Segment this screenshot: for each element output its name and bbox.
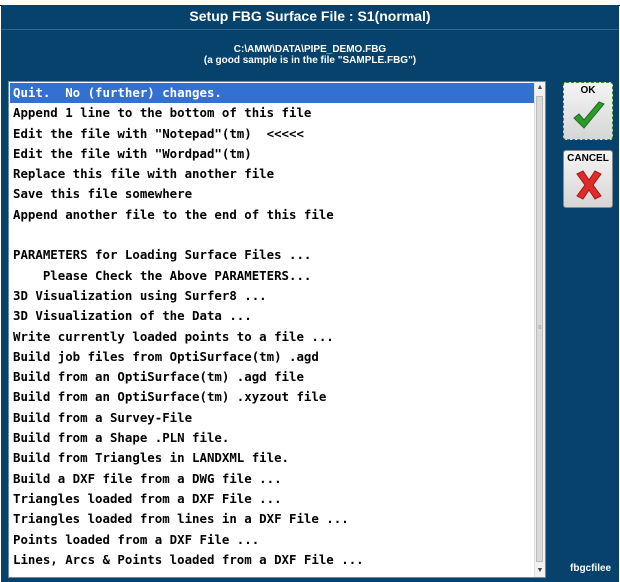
menu-item[interactable]: Replace this file with another file [10, 164, 536, 184]
menu-item[interactable]: Please Check the Above PARAMETERS... [10, 266, 536, 286]
menu-item[interactable]: Build from a Shape .PLN file. [10, 428, 536, 448]
dialog-title: Setup FBG Surface File : S1(normal) [189, 8, 431, 24]
menu-item[interactable]: Build from Triangles in LANDXML file. [10, 448, 536, 468]
menu-item[interactable]: Triangles loaded from a DXF File ... [10, 489, 536, 509]
menu-item[interactable]: Build from a Survey-File [10, 408, 536, 428]
menu-list[interactable]: Quit. No (further) changes. Append 1 line… [8, 81, 546, 578]
menu-item[interactable]: Append another file to the end of this f… [10, 205, 536, 225]
arrow-up-icon[interactable]: ▲ [535, 82, 545, 94]
form-id-label: fbgcfilee [570, 563, 612, 574]
cancel-button[interactable]: CANCEL [563, 150, 613, 208]
file-path: C:\AMW\DATA\PIPE_DEMO.FBG [233, 44, 387, 55]
menu-items: Quit. No (further) changes. Append 1 line… [10, 83, 536, 570]
menu-item[interactable]: Write currently loaded points to a file … [10, 327, 536, 347]
menu-item[interactable]: Append 1 line to the bottom of this file [10, 103, 536, 123]
menu-item[interactable]: Build job files from OptiSurface(tm) .ag… [10, 347, 536, 367]
vertical-scrollbar[interactable]: ▲ ≡ ▼ [534, 82, 545, 577]
menu-item[interactable]: Triangles loaded from lines in a DXF Fil… [10, 509, 536, 529]
arrow-down-icon[interactable]: ▼ [535, 565, 545, 577]
x-icon [576, 170, 602, 200]
menu-item[interactable]: Quit. No (further) changes. [10, 83, 536, 104]
menu-item[interactable]: 3D Visualization using Surfer8 ... [10, 286, 536, 306]
checkmark-icon [573, 101, 605, 129]
title-divider [1, 29, 619, 30]
menu-item[interactable]: Build from an OptiSurface(tm) .xyzout fi… [10, 387, 536, 407]
menu-item[interactable]: Lines, Arcs & Points loaded from a DXF F… [10, 550, 536, 570]
menu-item[interactable]: PARAMETERS for Loading Surface Files ... [10, 245, 536, 265]
menu-item[interactable]: Build a DXF file from a DWG file ... [10, 469, 536, 489]
menu-item[interactable]: Edit the file with "Wordpad"(tm) [10, 144, 536, 164]
menu-item[interactable]: 3D Visualization of the Data ... [10, 306, 536, 326]
scroll-thumb[interactable]: ≡ [536, 96, 543, 562]
file-info: C:\AMW\DATA\PIPE_DEMO.FBG (a good sample… [1, 44, 619, 66]
menu-item[interactable]: Save this file somewhere [10, 184, 536, 204]
menu-item[interactable]: Points loaded from a DXF File ... [10, 530, 536, 550]
grip-icon: ≡ [538, 325, 542, 331]
ok-button-label: OK [580, 85, 596, 96]
sample-note: (a good sample is in the file "SAMPLE.FB… [203, 55, 417, 66]
menu-item[interactable] [10, 225, 536, 245]
cancel-button-label: CANCEL [567, 153, 609, 164]
menu-item[interactable]: Edit the file with "Notepad"(tm) <<<<< [10, 124, 536, 144]
menu-item[interactable]: Build from an OptiSurface(tm) .agd file [10, 367, 536, 387]
ok-button[interactable]: OK [563, 82, 613, 140]
